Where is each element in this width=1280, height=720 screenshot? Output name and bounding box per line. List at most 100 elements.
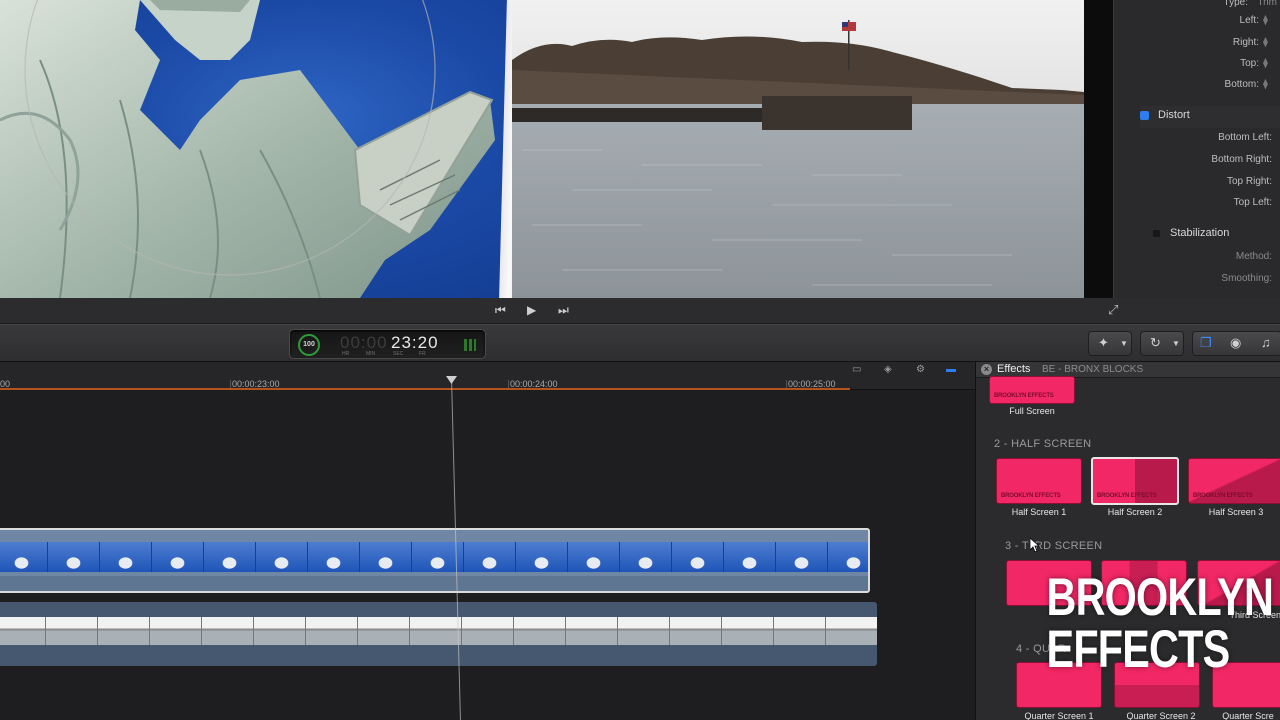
right-label: Right: [1232, 37, 1259, 48]
filmstrip-frame [774, 617, 826, 645]
timecode-display[interactable]: 100 00:00 23:20 HR MIN SEC FR [289, 329, 486, 359]
next-edit-icon[interactable]: ⏭ [558, 303, 569, 317]
inspector-row-top-left: Top Left: [1113, 193, 1280, 214]
statue-video-clip[interactable] [0, 528, 870, 593]
photo-browser-icon[interactable]: ◉ [1230, 335, 1241, 351]
filmstrip-frame [46, 617, 98, 645]
filmstrip-frame [48, 542, 100, 572]
filmstrip-frame [150, 617, 202, 645]
statue-video-pane [0, 0, 512, 298]
viewer-controls-bar: ⏮ ▶ ⏭ ⤢ [0, 298, 1280, 324]
inspector-row-bottom: Bottom: ⧫ [1113, 75, 1280, 96]
effect-label-quarter-screen-2: Quarter Screen 2 [1126, 711, 1196, 720]
previous-edit-icon[interactable]: ⏮ [495, 303, 506, 317]
left-label: Left: [1239, 15, 1259, 26]
section-half-screen: 2 - HALF SCREEN [994, 438, 1092, 450]
filmstrip-frame [722, 617, 774, 645]
magic-wand-icon: ✦ [1098, 335, 1109, 350]
effects-breadcrumb[interactable]: BE - BRONX BLOCKS [1042, 364, 1143, 375]
top-left-label: Top Left: [1233, 197, 1272, 208]
timecode-unit-sec: SEC [393, 351, 404, 357]
retime-menu[interactable]: ↻ ▼ [1140, 331, 1184, 356]
effect-label-full-screen: Full Screen [1009, 406, 1055, 416]
effect-label-quarter-screen-3: Quarter Scre [1222, 711, 1274, 720]
inspector-row-method: Method: [1113, 247, 1280, 268]
filmstrip-frame [98, 617, 150, 645]
toolbar: 100 00:00 23:20 HR MIN SEC FR ✦ ▼ ↻ ▼ ❐ ◉ … [0, 324, 1280, 362]
filmstrip-frame [618, 617, 670, 645]
inspector-row-right: Right: ⧫ [1113, 33, 1280, 54]
thumb-watermark: BROOKLYN EFFECTS [994, 393, 1054, 399]
logo-line-2: EFFECTS [1046, 620, 1231, 679]
filmstrip-frame [566, 617, 618, 645]
snapping-icon[interactable]: ▬ [946, 364, 964, 376]
effect-thumb-half-screen-2[interactable]: BROOKLYN EFFECTS [1091, 457, 1179, 505]
logo-line-1: BROOKLYN [1046, 568, 1274, 627]
thumb-watermark: BROOKLYN EFFECTS [1193, 493, 1253, 499]
inspector-row-smoothing: Smoothing: [1113, 269, 1280, 290]
harbor-video-clip[interactable] [0, 602, 877, 666]
filmstrip-frame [410, 617, 462, 645]
effect-thumb-full-screen[interactable]: BROOKLYN EFFECTS [989, 376, 1075, 404]
distort-checkbox[interactable] [1140, 111, 1149, 120]
magic-wand-menu[interactable]: ✦ ▼ [1088, 331, 1132, 356]
clip-filmstrip [0, 617, 877, 645]
filmstrip-frame [776, 542, 828, 572]
effect-thumb-half-screen-3[interactable]: BROOKLYN EFFECTS [1188, 458, 1280, 504]
stabilization-section-header[interactable]: Stabilization [1152, 224, 1280, 246]
ruler-range-bar [0, 388, 850, 390]
filmstrip-frame [568, 542, 620, 572]
clip-audio-bar [0, 576, 868, 591]
effect-thumb-half-screen-1[interactable]: BROOKLYN EFFECTS [996, 458, 1082, 504]
effects-browser-icon[interactable]: ❐ [1200, 335, 1212, 351]
filmstrip-frame [202, 617, 254, 645]
inspector-row-bottom-right: Bottom Right: [1113, 150, 1280, 171]
effect-label-quarter-screen-1: Quarter Screen 1 [1024, 711, 1094, 720]
harbor-image [512, 0, 1084, 298]
distort-section-header[interactable]: Distort [1140, 106, 1280, 128]
filmstrip-frame [670, 617, 722, 645]
inspector-panel: Type: Trim Left: ⧫ Right: ⧫ Top: ⧫ Botto… [1113, 0, 1280, 298]
effect-label-half-screen-3: Half Screen 3 [1208, 507, 1264, 517]
zoom-icon[interactable]: ◈ [884, 364, 902, 376]
type-label: Type: [1223, 0, 1248, 8]
filmstrip-frame [306, 617, 358, 645]
effect-label-half-screen-2: Half Screen 2 [1107, 507, 1163, 517]
filmstrip-frame [0, 617, 46, 645]
clip-appearance-icon[interactable]: ▭ [852, 364, 870, 376]
timecode-unit-hr: HR [342, 351, 350, 357]
distort-label: Distort [1158, 109, 1190, 121]
play-icon[interactable]: ▶ [527, 303, 536, 317]
inspector-row-top: Top: ⧫ [1113, 54, 1280, 75]
music-browser-icon[interactable]: ♫ [1261, 335, 1271, 350]
browser-toggle-group: ❐ ◉ ♫ [1192, 331, 1280, 356]
keyframe-icon[interactable]: ⧫ [1263, 37, 1275, 49]
timecode-unit-fr: FR [419, 351, 426, 357]
settings-icon[interactable]: ⚙ [916, 364, 934, 376]
thumb-watermark: BROOKLYN EFFECTS [1001, 493, 1061, 499]
audio-meter-icon [464, 339, 476, 351]
stabilization-checkbox[interactable] [1152, 229, 1161, 238]
filmstrip-frame [828, 542, 868, 572]
brooklyn-effects-logo: BROOKLYN EFFECTS [1021, 568, 1274, 679]
filmstrip-frame [620, 542, 672, 572]
fullscreen-icon[interactable]: ⤢ [1108, 302, 1126, 320]
filmstrip-frame [672, 542, 724, 572]
filmstrip-frame [100, 542, 152, 572]
timeline[interactable]: 00 00:00:23:00 00:00:24:00 00:00:25:00 ▭… [0, 362, 975, 720]
keyframe-icon[interactable]: ⧫ [1263, 58, 1275, 70]
filmstrip-frame [0, 542, 48, 572]
bottom-right-label: Bottom Right: [1211, 154, 1272, 165]
timeline-ruler[interactable]: 00 00:00:23:00 00:00:24:00 00:00:25:00 ▭… [0, 362, 975, 390]
bottom-left-label: Bottom Left: [1218, 132, 1272, 143]
keyframe-icon[interactable]: ⧫ [1263, 79, 1275, 91]
clip-filmstrip [0, 542, 868, 572]
close-icon[interactable]: × [981, 364, 992, 375]
filmstrip-frame [514, 617, 566, 645]
method-label: Method: [1235, 251, 1272, 262]
filmstrip-frame [308, 542, 360, 572]
filmstrip-frame [204, 542, 256, 572]
type-value[interactable]: Trim [1257, 0, 1277, 8]
keyframe-icon[interactable]: ⧫ [1263, 15, 1275, 27]
inspector-row-bottom-left: Bottom Left: [1113, 128, 1280, 149]
